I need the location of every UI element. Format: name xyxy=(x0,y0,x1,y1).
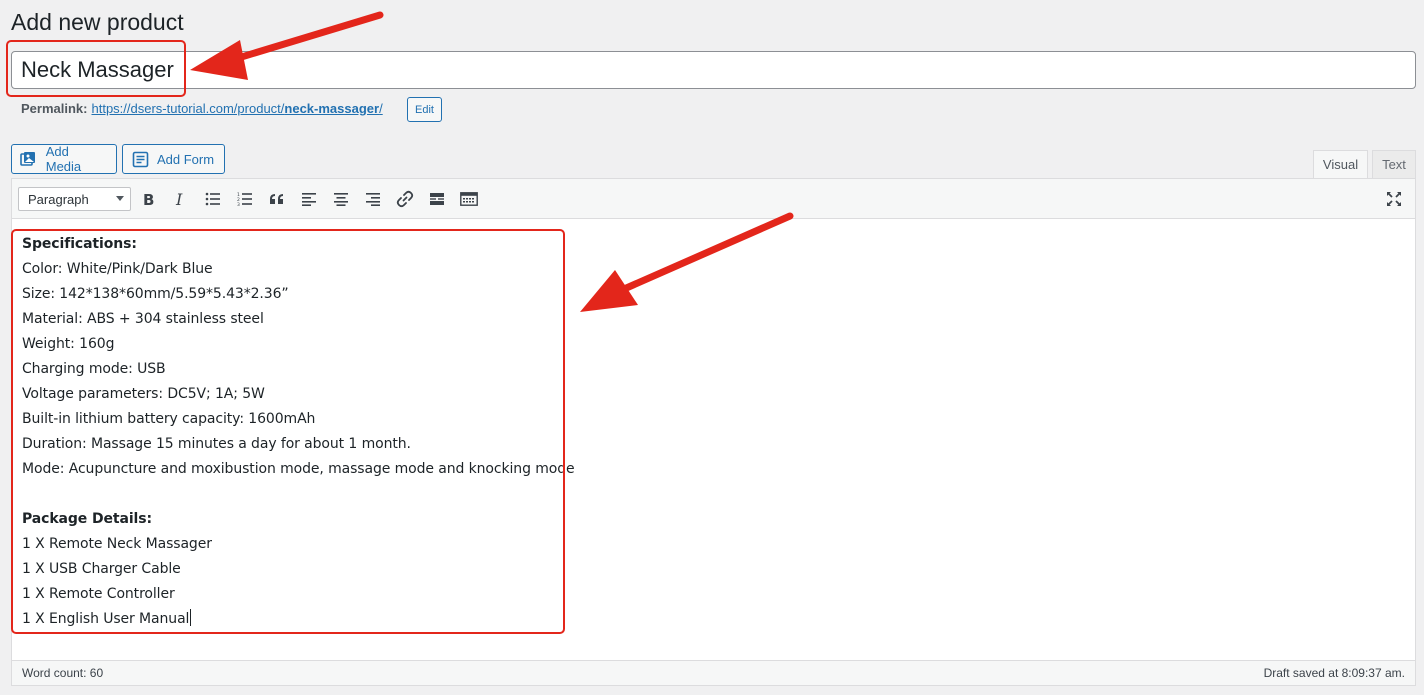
toolbar-toggle-icon[interactable] xyxy=(457,187,481,211)
form-icon xyxy=(131,150,149,168)
spec-line: Voltage parameters: DC5V; 1A; 5W xyxy=(22,386,265,402)
editor-toolbar: Paragraph B I 123 xyxy=(12,179,1415,219)
format-select-value: Paragraph xyxy=(28,191,89,207)
spec-line: Color: White/Pink/Dark Blue xyxy=(22,261,213,277)
italic-icon[interactable]: I xyxy=(169,187,193,211)
media-icon xyxy=(20,150,38,168)
svg-text:I: I xyxy=(175,191,183,207)
svg-text:3: 3 xyxy=(237,202,240,206)
product-title-input[interactable] xyxy=(11,51,1416,89)
link-icon[interactable] xyxy=(393,187,417,211)
permalink-label: Permalink: xyxy=(21,101,88,116)
spec-line: Mode: Acupuncture and moxibustion mode, … xyxy=(22,461,575,477)
align-right-icon[interactable] xyxy=(361,187,385,211)
package-details-heading: Package Details: xyxy=(22,511,152,527)
specifications-heading: Specifications: xyxy=(22,236,137,252)
content-editor: Paragraph B I 123 Specifications: Color:… xyxy=(11,178,1416,686)
spec-line: Duration: Massage 15 minutes a day for a… xyxy=(22,436,411,452)
spec-line: Size: 142*138*60mm/5.59*5.43*2.36” xyxy=(22,286,289,302)
editor-statusbar: Word count: 60 Draft saved at 8:09:37 am… xyxy=(12,660,1415,685)
chevron-down-icon xyxy=(116,196,124,201)
format-select[interactable]: Paragraph xyxy=(18,187,131,211)
numbered-list-icon[interactable]: 123 xyxy=(233,187,257,211)
spec-line: Material: ABS + 304 stainless steel xyxy=(22,311,264,327)
tab-text[interactable]: Text xyxy=(1372,150,1416,178)
package-line: 1 X USB Charger Cable xyxy=(22,561,181,577)
add-media-button[interactable]: Add Media xyxy=(11,144,117,174)
package-line: 1 X Remote Controller xyxy=(22,586,175,602)
text-cursor xyxy=(190,609,192,626)
add-form-label: Add Form xyxy=(157,151,215,167)
package-line-last: 1 X English User Manual xyxy=(22,607,575,632)
bold-icon[interactable]: B xyxy=(137,187,161,211)
spec-line: Built-in lithium battery capacity: 1600m… xyxy=(22,411,316,427)
editor-content[interactable]: Specifications: Color: White/Pink/Dark B… xyxy=(22,232,575,632)
blockquote-icon[interactable] xyxy=(265,187,289,211)
bulleted-list-icon[interactable] xyxy=(201,187,225,211)
permalink-url-suffix: / xyxy=(379,101,383,116)
page-title: Add new product xyxy=(11,9,184,35)
align-center-icon[interactable] xyxy=(329,187,353,211)
read-more-icon[interactable] xyxy=(425,187,449,211)
add-form-button[interactable]: Add Form xyxy=(122,144,225,174)
package-line: 1 X English User Manual xyxy=(22,611,190,627)
word-count: Word count: 60 xyxy=(22,666,104,680)
spec-line: Weight: 160g xyxy=(22,336,115,352)
tab-visual[interactable]: Visual xyxy=(1313,150,1368,178)
package-line: 1 X Remote Neck Massager xyxy=(22,536,212,552)
permalink-link[interactable]: https://dsers-tutorial.com/product/neck-… xyxy=(91,101,382,116)
draft-saved-status: Draft saved at 8:09:37 am. xyxy=(1263,666,1405,680)
permalink-url-prefix: https://dsers-tutorial.com/product/ xyxy=(91,101,285,116)
svg-text:B: B xyxy=(143,191,154,207)
permalink-edit-button[interactable]: Edit xyxy=(407,97,442,122)
spec-line: Charging mode: USB xyxy=(22,361,166,377)
fullscreen-icon[interactable] xyxy=(1382,187,1406,211)
permalink-row: Permalink: https://dsers-tutorial.com/pr… xyxy=(21,101,383,116)
add-media-label: Add Media xyxy=(45,144,82,174)
align-left-icon[interactable] xyxy=(297,187,321,211)
permalink-slug: neck-massager xyxy=(284,101,380,116)
